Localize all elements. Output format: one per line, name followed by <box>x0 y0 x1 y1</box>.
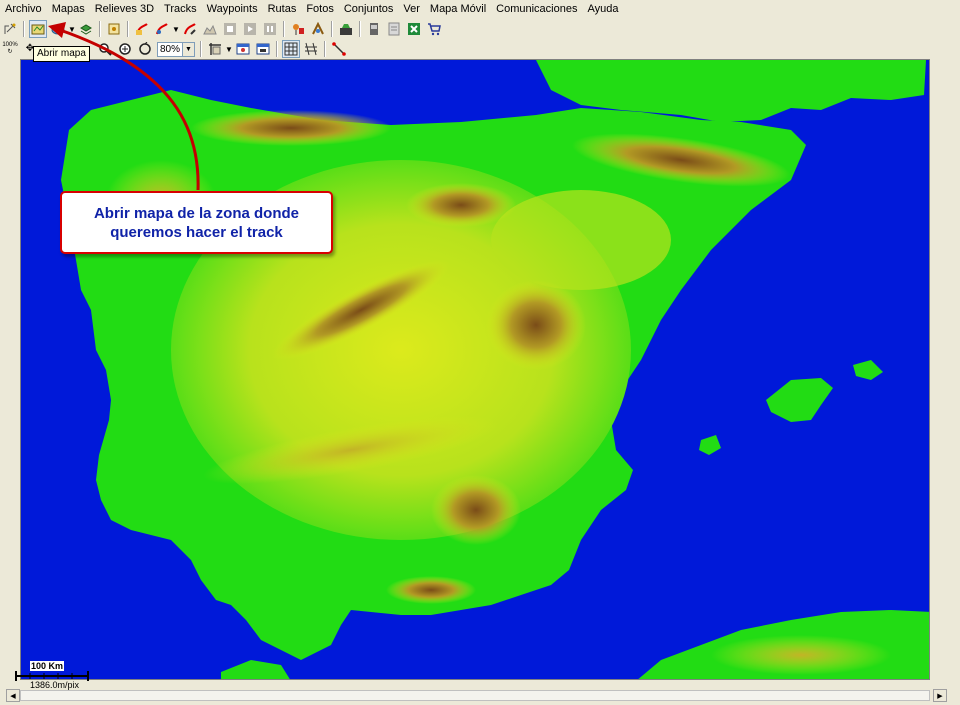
record-play-icon[interactable] <box>241 20 259 38</box>
zoom-out-icon[interactable] <box>96 40 114 58</box>
cuenca-range <box>486 280 586 370</box>
vertical-scrollbar[interactable] <box>930 59 960 687</box>
track-edit-icon[interactable] <box>181 20 199 38</box>
toolbar-main: ▼ ▼ <box>0 19 960 39</box>
map-view[interactable] <box>20 59 930 680</box>
menu-ver[interactable]: Ver <box>398 0 425 19</box>
cantabrian-range <box>191 110 391 146</box>
waypoint-icon[interactable] <box>289 20 307 38</box>
scale-resolution: 1386.0m/pix <box>30 680 80 690</box>
sierra-nevada <box>386 576 476 604</box>
menu-bar: Archivo Mapas Relieves 3D Tracks Waypoin… <box>0 0 960 19</box>
scroll-right-icon[interactable]: ▶ <box>933 689 947 702</box>
measure-icon[interactable] <box>330 40 348 58</box>
menu-comunicaciones[interactable]: Comunicaciones <box>491 0 582 19</box>
ebro-valley <box>491 190 671 290</box>
menu-rutas[interactable]: Rutas <box>263 0 302 19</box>
map-overlay-icon[interactable] <box>49 20 67 38</box>
scroll-left-icon[interactable]: ◀ <box>6 689 20 702</box>
toolbar-view: 100% ↻ ✥ 80% ▼ ▼ <box>0 39 960 59</box>
open-map-icon[interactable] <box>29 20 47 38</box>
left-panel <box>0 59 20 687</box>
chevron-down-icon[interactable]: ▼ <box>172 25 180 34</box>
callout-line-2: queremos hacer el track <box>110 223 283 241</box>
menu-fotos[interactable]: Fotos <box>301 0 339 19</box>
zoom-100-button[interactable]: 100% ↻ <box>1 40 19 58</box>
iberia-relief-map <box>21 60 929 679</box>
map-cut-icon[interactable] <box>206 40 224 58</box>
grid-icon[interactable] <box>282 40 300 58</box>
chevron-down-icon[interactable]: ▼ <box>68 25 76 34</box>
annotation-callout: Abrir mapa de la zona donde queremos hac… <box>60 191 333 254</box>
menu-tracks[interactable]: Tracks <box>159 0 202 19</box>
horizontal-scrollbar[interactable]: ◀ ▶ <box>0 687 960 705</box>
menu-ayuda[interactable]: Ayuda <box>582 0 623 19</box>
menu-waypoints[interactable]: Waypoints <box>202 0 263 19</box>
chevron-down-icon: ▼ <box>182 42 194 56</box>
menu-relieves-3d[interactable]: Relieves 3D <box>90 0 159 19</box>
chevron-down-icon[interactable]: ▼ <box>225 45 233 54</box>
track-tools-icon[interactable] <box>153 20 171 38</box>
scroll-track[interactable] <box>20 690 930 701</box>
export-icon[interactable] <box>385 20 403 38</box>
menu-mapa-movil[interactable]: Mapa Móvil <box>425 0 491 19</box>
view-fullscreen-icon[interactable] <box>254 40 272 58</box>
gps-device-icon[interactable] <box>337 20 355 38</box>
print-icon[interactable] <box>365 20 383 38</box>
menu-archivo[interactable]: Archivo <box>0 0 47 19</box>
record-stop-icon[interactable] <box>221 20 239 38</box>
open-track-icon[interactable] <box>133 20 151 38</box>
tooltip-open-map: Abrir mapa <box>33 46 90 62</box>
callout-line-1: Abrir mapa de la zona donde <box>93 204 300 222</box>
map-properties-icon[interactable] <box>105 20 123 38</box>
zoom-in-icon[interactable] <box>116 40 134 58</box>
view-window-icon[interactable] <box>234 40 252 58</box>
new-project-icon[interactable] <box>1 20 19 38</box>
record-pause-icon[interactable] <box>261 20 279 38</box>
excel-icon[interactable] <box>405 20 423 38</box>
zoom-select[interactable]: 80% ▼ <box>157 41 195 57</box>
waypoint-tools-icon[interactable] <box>309 20 327 38</box>
betic-range <box>431 475 521 545</box>
zoom-fit-icon[interactable] <box>136 40 154 58</box>
utm-grid-icon[interactable] <box>302 40 320 58</box>
iberian-system <box>406 183 516 227</box>
track-profile-icon[interactable] <box>201 20 219 38</box>
atlas-foothills <box>711 635 891 675</box>
menu-mapas[interactable]: Mapas <box>47 0 90 19</box>
map-layers-icon[interactable] <box>77 20 95 38</box>
scale-label: 100 Km <box>30 661 65 671</box>
refresh-icon: ↻ <box>7 49 13 55</box>
menu-conjuntos[interactable]: Conjuntos <box>339 0 399 19</box>
shop-cart-icon[interactable] <box>425 20 443 38</box>
